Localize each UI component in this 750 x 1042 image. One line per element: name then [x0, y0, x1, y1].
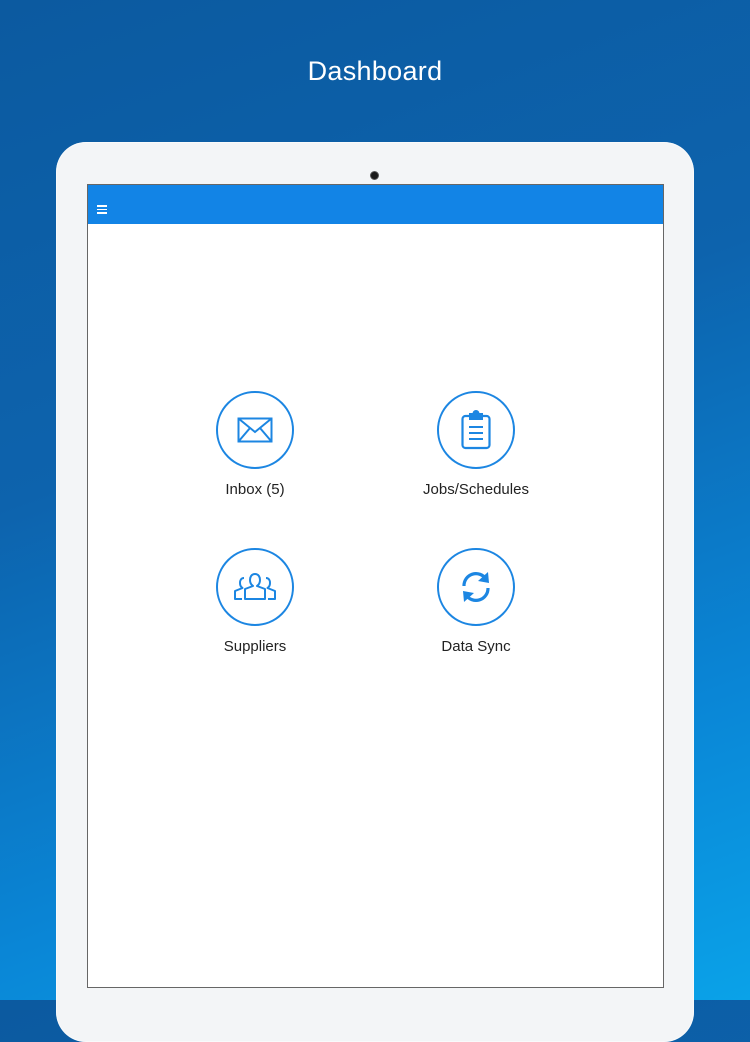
data-sync-button[interactable]: [437, 548, 515, 626]
suppliers-label: Suppliers: [223, 638, 287, 655]
camera-dot: [370, 171, 379, 180]
sync-icon: [462, 572, 490, 602]
suppliers-button[interactable]: [216, 548, 294, 626]
jobs-schedules-label: Jobs/Schedules: [423, 481, 529, 498]
app-bar: [88, 185, 663, 224]
jobs-schedules-tile[interactable]: Jobs/Schedules: [396, 391, 556, 498]
app-screen: Inbox (5) Jobs/Schedules Suppliers Data …: [87, 184, 664, 988]
hamburger-menu-icon[interactable]: [97, 205, 107, 214]
inbox-label: Inbox (5): [225, 481, 285, 498]
clipboard-icon: [461, 410, 491, 450]
jobs-schedules-button[interactable]: [437, 391, 515, 469]
envelope-icon: [237, 417, 273, 443]
inbox-button[interactable]: [216, 391, 294, 469]
suppliers-tile[interactable]: Suppliers: [175, 548, 335, 655]
data-sync-tile[interactable]: Data Sync: [396, 548, 556, 655]
inbox-tile[interactable]: Inbox (5): [175, 391, 335, 498]
people-group-icon: [234, 573, 276, 600]
page-title: Dashboard: [307, 56, 443, 86]
data-sync-label: Data Sync: [441, 638, 511, 655]
tablet-frame: Inbox (5) Jobs/Schedules Suppliers Data …: [56, 142, 694, 1042]
